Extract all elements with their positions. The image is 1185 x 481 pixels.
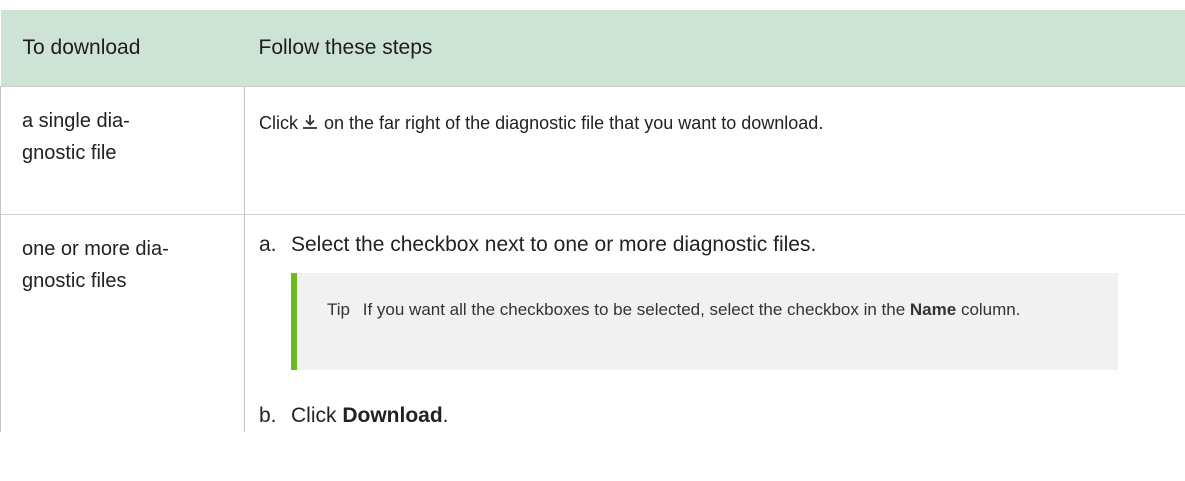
step-text-before: Click	[259, 113, 298, 133]
tip-text-after: column.	[960, 300, 1021, 319]
tip-box: Tip If you want all the checkboxes to be…	[291, 273, 1118, 370]
sub-steps-list: a. Select the checkbox next to one or mo…	[259, 229, 1185, 432]
step-text: Click on the far right of the diagnostic …	[259, 113, 823, 133]
step-text-after: on the far right of the diagnostic file …	[324, 113, 824, 133]
step-marker: a.	[259, 233, 277, 256]
sub-step-text-after: .	[442, 404, 449, 427]
target-line-1: one or more dia-	[22, 238, 169, 260]
column-header-to-download: To download	[0, 10, 245, 87]
sub-step-text-before: Click	[291, 404, 337, 427]
table-row: a single dia-gnostic file Click on the fa…	[0, 86, 1185, 215]
tip-bold-name: Name	[909, 300, 957, 319]
step-marker: b.	[259, 404, 277, 427]
steps-cell: Click on the far right of the diagnostic …	[244, 86, 1185, 215]
download-steps-table: To download Follow these steps a single …	[0, 10, 1185, 432]
steps-cell: a. Select the checkbox next to one or mo…	[244, 214, 1185, 432]
target-cell: a single dia-gnostic file	[0, 86, 245, 215]
target-text: one or more dia-gnostic files	[22, 233, 226, 297]
target-cell: one or more dia-gnostic files	[0, 214, 245, 432]
sub-step-b: b. Click Download.	[259, 400, 1185, 432]
sub-step-a: a. Select the checkbox next to one or mo…	[259, 229, 1185, 370]
table-header-row: To download Follow these steps	[0, 10, 1185, 87]
download-icon	[302, 109, 318, 139]
sub-step-text: Select the checkbox next to one or more …	[291, 233, 817, 256]
target-line-1: a single dia-	[22, 110, 130, 132]
download-label: Download	[342, 404, 443, 427]
page: To download Follow these steps a single …	[0, 0, 1185, 481]
target-line-2: gnostic files	[22, 270, 127, 292]
column-header-follow-steps: Follow these steps	[244, 10, 1185, 87]
target-text: a single dia-gnostic file	[22, 105, 226, 169]
tip-text-before: If you want all the checkboxes to be sel…	[362, 300, 906, 319]
table-row: one or more dia-gnostic files a. Select …	[0, 214, 1185, 432]
tip-label: Tip	[327, 300, 350, 319]
target-line-2: gnostic file	[22, 142, 117, 164]
